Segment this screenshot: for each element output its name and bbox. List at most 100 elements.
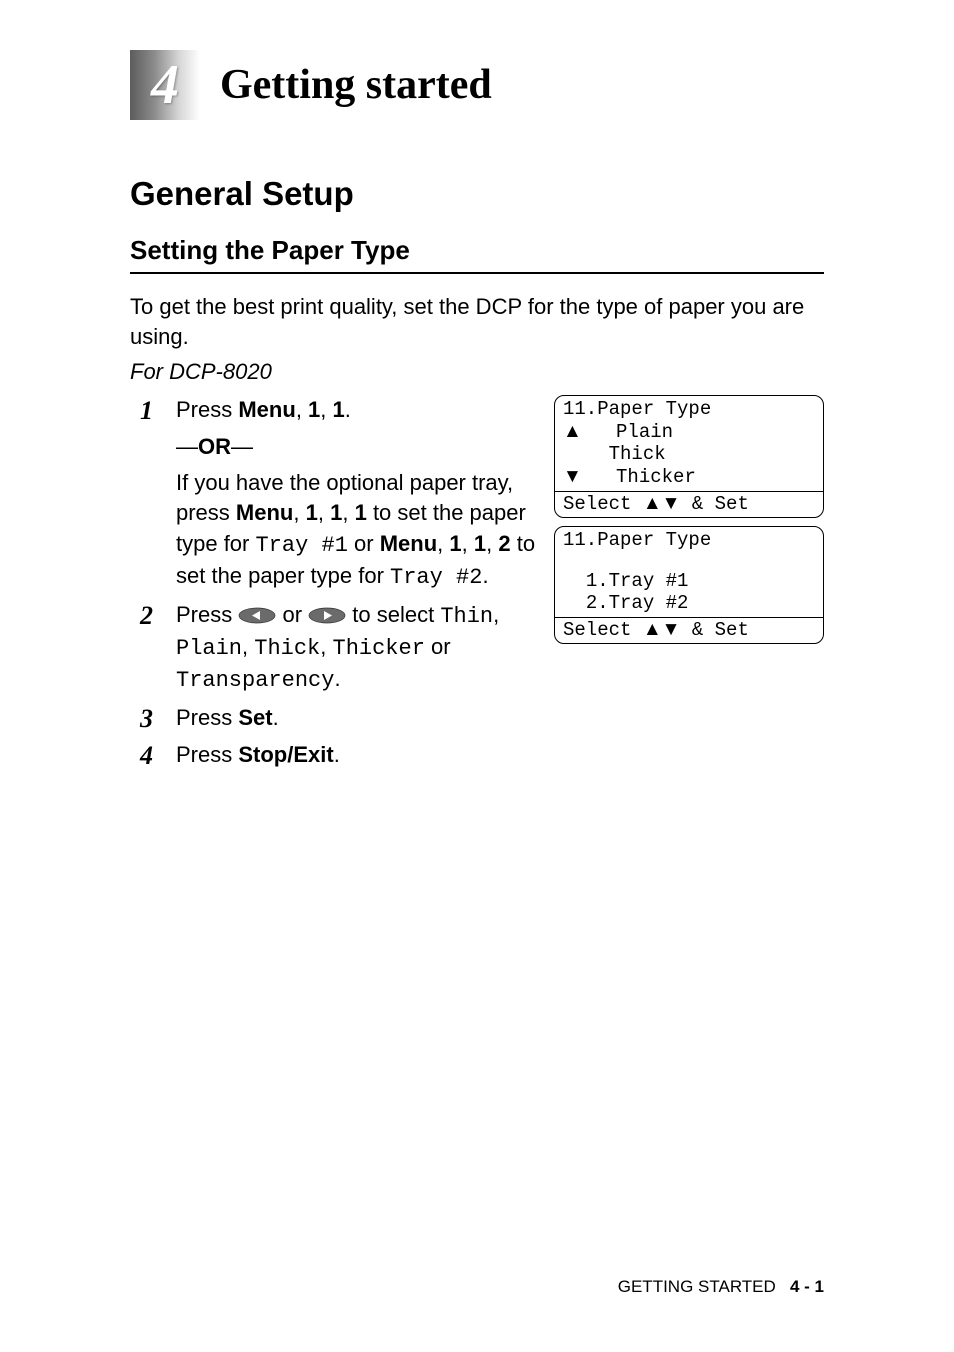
display-line: Thicker	[563, 466, 815, 489]
opt-thick: Thick	[609, 443, 666, 465]
or-label: OR	[198, 434, 231, 459]
step-2: 2 Press or to select Thin, Plain, Thick,…	[140, 600, 539, 697]
up-arrow-icon	[563, 421, 582, 443]
or-label: or	[276, 602, 308, 627]
key-c2: 1	[474, 531, 486, 556]
key-c1: 1	[449, 531, 461, 556]
step-number-3: 3	[140, 703, 176, 734]
display-line: Thick	[563, 444, 815, 466]
option-thick: Thick	[254, 636, 320, 661]
select-suffix: & Set	[680, 493, 748, 515]
select-prefix: Select	[563, 619, 643, 641]
chapter-number: 4	[151, 53, 179, 117]
opt-thicker: Thicker	[616, 466, 696, 488]
key-b1: 1	[306, 500, 318, 525]
menu-key-b: Menu	[236, 500, 293, 525]
down-arrow-icon	[563, 466, 582, 488]
stopexit-key: Stop/Exit	[238, 742, 333, 767]
display-column: 11.Paper Type Plain Thick Thicker Select…	[554, 395, 824, 777]
page-footer: GETTING STARTED 4 - 1	[618, 1277, 824, 1297]
press-label: Press	[176, 742, 238, 767]
or-dash: —	[231, 434, 253, 459]
tray-1-label: 1.Tray #1	[586, 570, 689, 592]
chapter-header: 4 Getting started	[130, 50, 824, 120]
steps-column: 1 Press Menu, 1, 1. —OR— If you have the…	[130, 395, 539, 777]
period: .	[345, 397, 351, 422]
model-label: For DCP-8020	[130, 359, 824, 385]
select-suffix: & Set	[680, 619, 748, 641]
period: .	[273, 705, 279, 730]
comma: ,	[320, 397, 332, 422]
subsection-heading: Setting the Paper Type	[130, 235, 824, 274]
comma: ,	[318, 500, 330, 525]
comma: ,	[242, 634, 254, 659]
step-number-2: 2	[140, 600, 176, 697]
step-number-1: 1	[140, 395, 176, 593]
step-1-text: Press Menu, 1, 1. —OR— If you have the o…	[176, 395, 539, 593]
comma: ,	[486, 531, 498, 556]
select-prefix: Select	[563, 493, 643, 515]
section-heading: General Setup	[130, 175, 824, 213]
display-title: 11.Paper Type	[563, 399, 815, 421]
tray-2: Tray #2	[390, 565, 482, 590]
content-area: 1 Press Menu, 1, 1. —OR— If you have the…	[130, 395, 824, 777]
comma: ,	[462, 531, 474, 556]
nav-left-icon	[238, 607, 276, 624]
down-arrow-icon	[662, 493, 681, 515]
display-title: 11.Paper Type	[563, 530, 815, 552]
display-line: Plain	[563, 421, 815, 444]
option-thin: Thin	[440, 604, 493, 629]
intro-text: To get the best print quality, set the D…	[130, 292, 824, 351]
display-line: 1.Tray #1	[563, 571, 815, 593]
press-label: Press	[176, 397, 238, 422]
comma: ,	[320, 634, 332, 659]
footer-page: 4 - 1	[790, 1277, 824, 1296]
opt-plain: Plain	[616, 421, 673, 443]
comma: ,	[342, 500, 354, 525]
period: .	[482, 563, 488, 588]
set-key: Set	[238, 705, 272, 730]
key-b3: 1	[355, 500, 367, 525]
option-transparency: Transparency	[176, 668, 334, 693]
or-line: —OR—	[176, 432, 539, 462]
tray-2-label: 2.Tray #2	[586, 592, 689, 614]
step-1: 1 Press Menu, 1, 1. —OR— If you have the…	[140, 395, 539, 593]
down-arrow-icon	[662, 619, 681, 641]
key-c3: 2	[498, 531, 510, 556]
tray-1: Tray #1	[255, 533, 347, 558]
option-plain: Plain	[176, 636, 242, 661]
chapter-badge: 4	[130, 50, 200, 120]
display-select-line: Select & Set	[555, 491, 823, 517]
period: .	[334, 666, 340, 691]
key-1a: 1	[308, 397, 320, 422]
press-label: Press	[176, 705, 238, 730]
step-3-text: Press Set.	[176, 703, 539, 734]
step-4: 4 Press Stop/Exit.	[140, 740, 539, 771]
comma: ,	[493, 602, 499, 627]
key-b2: 1	[330, 500, 342, 525]
option-thicker: Thicker	[333, 636, 425, 661]
press-label: Press	[176, 602, 238, 627]
key-1b: 1	[333, 397, 345, 422]
up-arrow-icon	[643, 619, 662, 641]
display-line: 2.Tray #2	[563, 593, 815, 615]
chapter-title: Getting started	[220, 61, 492, 109]
step-4-text: Press Stop/Exit.	[176, 740, 539, 771]
nav-right-icon	[308, 607, 346, 624]
display-box-1: 11.Paper Type Plain Thick Thicker Select…	[554, 395, 824, 517]
display-spacer	[563, 551, 815, 571]
to-select: to select	[346, 602, 440, 627]
up-arrow-icon	[643, 493, 662, 515]
step-2-text: Press or to select Thin, Plain, Thick, T…	[176, 600, 539, 697]
followup-c: or	[348, 531, 380, 556]
display-select-line: Select & Set	[555, 617, 823, 643]
step-3: 3 Press Set.	[140, 703, 539, 734]
or-dash: —	[176, 434, 198, 459]
step-number-4: 4	[140, 740, 176, 771]
period: .	[334, 742, 340, 767]
comma: ,	[296, 397, 308, 422]
comma: ,	[437, 531, 449, 556]
or-word: or	[425, 634, 451, 659]
menu-key: Menu	[238, 397, 295, 422]
menu-key-c: Menu	[380, 531, 437, 556]
